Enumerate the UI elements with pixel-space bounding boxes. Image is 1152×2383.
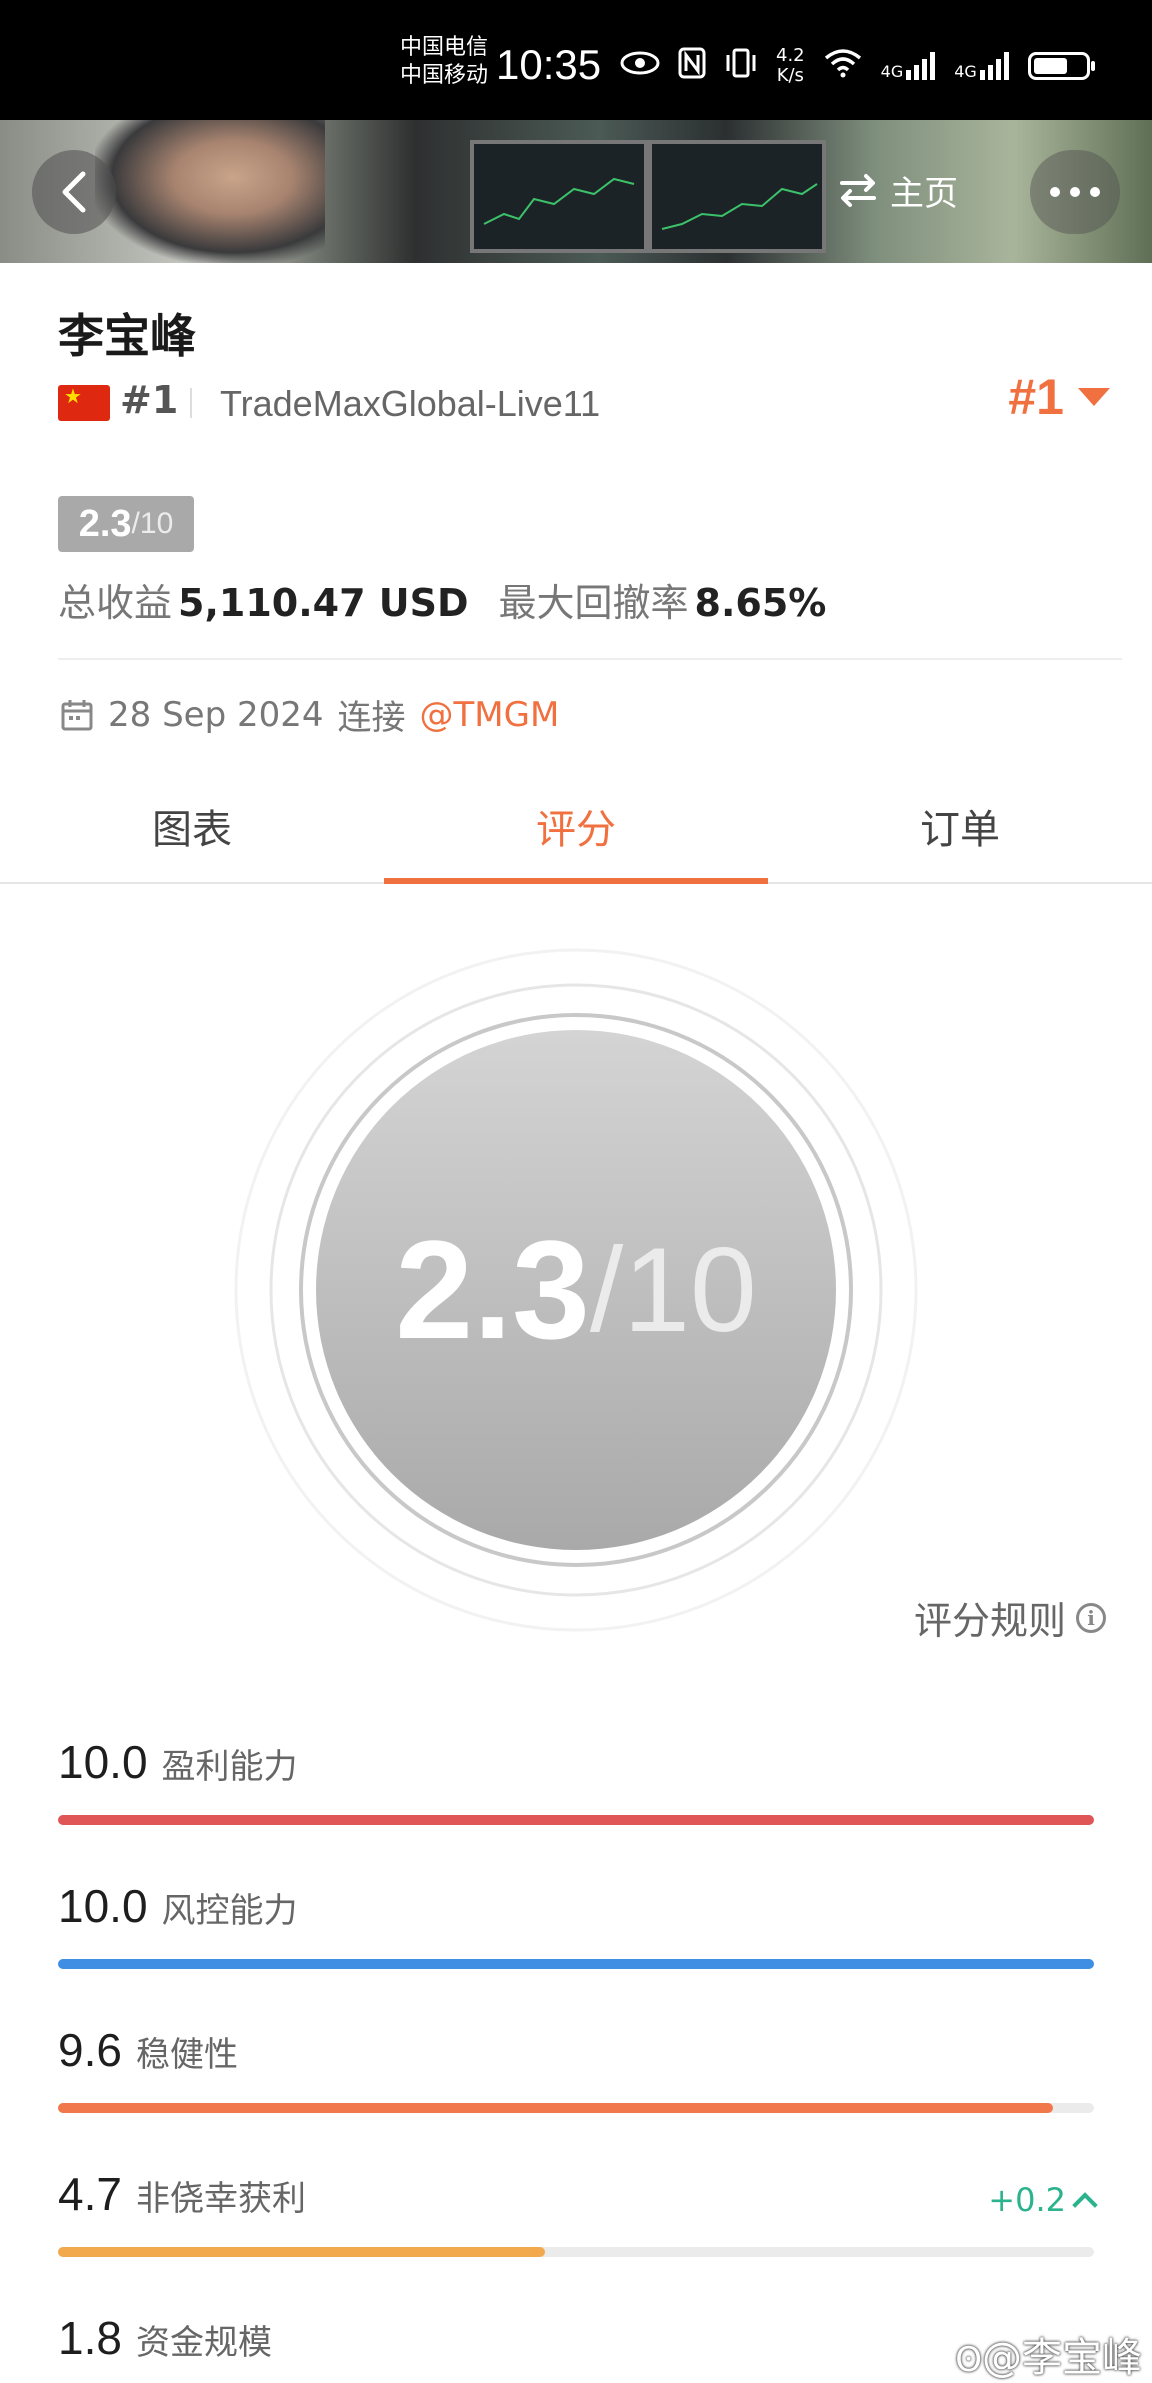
metric-stability: 9.6 稳健性 xyxy=(58,2023,1094,2113)
connection-info: 28 Sep 2024 连接 @TMGM xyxy=(60,690,559,739)
info-icon: i xyxy=(1076,1602,1106,1633)
carrier-info: 中国电信 中国移动 xyxy=(400,34,488,90)
status-icons: 4.2 K/s 4G 4G xyxy=(620,44,1095,88)
more-options-button[interactable] xyxy=(1030,150,1120,234)
broker-link[interactable]: @TMGM xyxy=(420,695,560,735)
rank-dropdown[interactable]: #1 xyxy=(1008,368,1110,426)
cover-photo-monitor xyxy=(470,140,648,253)
metric-progress-bar xyxy=(58,2247,1094,2257)
more-dots-icon xyxy=(1050,187,1060,197)
connect-label: 连接 xyxy=(337,698,406,738)
metric-progress-bar xyxy=(58,1959,1094,1969)
nfc-icon xyxy=(678,47,706,86)
signal-4g-icon: 4G xyxy=(881,52,937,80)
tab-score[interactable]: 评分 xyxy=(384,770,768,884)
metric-capital-scale: 1.8 资金规模 xyxy=(58,2312,272,2364)
metric-profitability: 10.0 盈利能力 xyxy=(58,1735,1094,1825)
status-bar: 中国电信 中国移动 10:35 4.2 K/s 4G 4G xyxy=(0,0,1152,120)
weibo-icon: ʘ xyxy=(955,2340,982,2380)
connect-date: 28 Sep 2024 xyxy=(108,694,324,735)
watermark: ʘ@李宝峰 xyxy=(955,2335,1142,2381)
max-drawdown-label: 最大回撤率 xyxy=(498,581,689,625)
carrier-1: 中国电信 xyxy=(400,35,489,60)
score-rules-link[interactable]: 评分规则 i xyxy=(914,1590,1106,1645)
caret-down-icon xyxy=(1078,388,1110,406)
score-display: 2.3/10 xyxy=(395,1211,757,1368)
chevron-left-icon xyxy=(62,171,86,213)
tab-chart[interactable]: 图表 xyxy=(0,770,384,882)
china-flag-icon: ★ xyxy=(58,385,110,421)
profit-stats: 总收益 5,110.47 USD 最大回撤率 8.65% xyxy=(58,572,826,627)
metric-non-luck-profit: 4.7 非侥幸获利 +0.2 xyxy=(58,2167,1098,2257)
wifi-icon xyxy=(823,48,863,85)
vibrate-icon xyxy=(724,47,758,86)
score-change-badge: +0.2 xyxy=(988,2181,1098,2219)
total-profit-label: 总收益 xyxy=(58,581,173,625)
switch-arrows-icon xyxy=(840,174,876,207)
rank-value: #1 xyxy=(1008,369,1064,425)
battery-icon xyxy=(1027,52,1095,80)
cover-photo-person xyxy=(95,120,325,263)
tab-bar: 图表 评分 订单 xyxy=(0,770,1152,884)
max-drawdown-value: 8.65% xyxy=(694,581,827,625)
chevron-up-icon xyxy=(1072,2192,1098,2218)
status-time: 10:35 xyxy=(496,41,602,88)
signal-4g-icon: 4G xyxy=(954,52,1010,80)
metric-progress-bar xyxy=(58,2103,1094,2113)
home-button[interactable]: 主页 xyxy=(838,160,958,220)
divider xyxy=(58,658,1122,660)
net-speed: 4.2 K/s xyxy=(776,45,805,86)
cover-banner xyxy=(0,120,1152,263)
metric-progress-bar xyxy=(58,1815,1094,1825)
rank-label: #1 xyxy=(120,378,179,422)
trader-name: 李宝峰 xyxy=(58,309,196,363)
server-name: TradeMaxGlobal-Live11 xyxy=(220,383,601,424)
calendar-icon xyxy=(61,699,93,730)
tab-orders[interactable]: 订单 xyxy=(768,770,1152,882)
carrier-2: 中国移动 xyxy=(400,63,489,88)
score-badge: 2.3/10 xyxy=(58,496,194,552)
total-profit-value: 5,110.47 USD xyxy=(178,581,469,625)
back-button[interactable] xyxy=(32,150,116,234)
divider xyxy=(190,388,192,418)
cover-photo-monitor xyxy=(648,140,826,253)
score-rules-label: 评分规则 xyxy=(913,1599,1066,1643)
metric-risk-control: 10.0 风控能力 xyxy=(58,1879,1094,1969)
home-label: 主页 xyxy=(890,173,958,214)
eye-icon xyxy=(620,50,660,83)
